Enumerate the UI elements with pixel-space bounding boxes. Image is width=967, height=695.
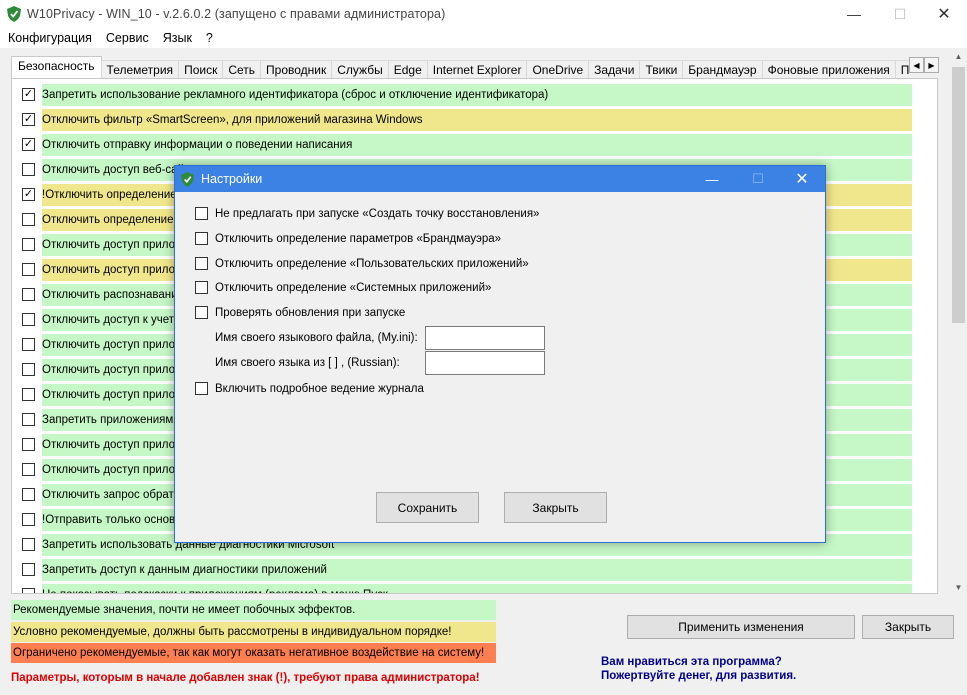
- tab-user-apps[interactable]: Пользова: [894, 60, 909, 78]
- menu-config[interactable]: Конфигурация: [8, 31, 92, 45]
- checkbox[interactable]: [22, 488, 35, 501]
- checkbox[interactable]: [22, 438, 35, 451]
- scroll-thumb[interactable]: [952, 67, 965, 323]
- checkbox[interactable]: [22, 263, 35, 276]
- tab-telemetry[interactable]: Телеметрия: [100, 60, 180, 78]
- menu-bar: Конфигурация Сервис Язык ?: [0, 28, 967, 48]
- admin-note: Параметры, которым в начале добавлен зна…: [11, 672, 480, 684]
- legend-recommended: Рекомендуемые значения, почти не имеет п…: [11, 600, 496, 620]
- scroll-up-icon[interactable]: ▲: [950, 48, 967, 65]
- checkbox[interactable]: [22, 388, 35, 401]
- lang-file-label: Имя своего языкового файла, (My.ini):: [215, 332, 418, 344]
- scroll-down-icon[interactable]: ▼: [950, 579, 967, 596]
- dialog-minimize-button[interactable]: —: [689, 166, 735, 192]
- dialog-maximize-button[interactable]: ☐: [735, 166, 781, 192]
- tab-internet-explorer[interactable]: Internet Explorer: [426, 60, 528, 78]
- checkbox[interactable]: ✓: [22, 88, 35, 101]
- tab-onedrive[interactable]: OneDrive: [526, 60, 590, 78]
- setting-label: Запретить доступ к данным диагностики пр…: [42, 559, 912, 581]
- checkbox[interactable]: [195, 306, 208, 319]
- donate-link[interactable]: Вам нравиться эта программа? Пожертвуйте…: [601, 655, 796, 683]
- setting-label: Отключить фильтр «SmartScreen», для прил…: [42, 109, 912, 131]
- checkbox[interactable]: ✓: [22, 188, 35, 201]
- tab-explorer[interactable]: Проводник: [260, 60, 333, 78]
- checkbox[interactable]: ✓: [22, 113, 35, 126]
- donate-line-2[interactable]: Пожертвуйте денег, для развития.: [601, 669, 796, 683]
- checkbox[interactable]: [22, 463, 35, 476]
- checkbox[interactable]: [22, 163, 35, 176]
- checkbox[interactable]: ✓: [22, 138, 35, 151]
- setting-label: Запретить использование рекламного идент…: [42, 84, 912, 106]
- tab-tasks[interactable]: Задачи: [588, 60, 641, 78]
- checkbox[interactable]: [22, 238, 35, 251]
- option-label: Отключить определение «Системных приложе…: [215, 282, 492, 294]
- checkbox[interactable]: [195, 232, 208, 245]
- dialog-close-button[interactable]: ✕: [779, 166, 825, 192]
- setting-row[interactable]: ✓ Отключить отправку информации о поведен…: [12, 134, 912, 156]
- menu-service[interactable]: Сервис: [106, 31, 149, 45]
- setting-row[interactable]: Запретить доступ к данным диагностики пр…: [12, 559, 912, 581]
- lang-name-input[interactable]: [425, 351, 545, 375]
- checkbox[interactable]: [195, 382, 208, 395]
- checkbox[interactable]: [22, 288, 35, 301]
- tab-edge[interactable]: Edge: [387, 60, 428, 78]
- option-label: Включить подробное ведение журнала: [215, 383, 424, 395]
- checkbox[interactable]: [22, 213, 35, 226]
- shield-icon: [7, 6, 21, 22]
- checkbox[interactable]: [22, 588, 35, 593]
- maximize-button[interactable]: ☐: [877, 0, 923, 28]
- tab-background-apps[interactable]: Фоновые приложения: [761, 60, 896, 78]
- settings-dialog: Настройки — ☐ ✕ Не предлагать при запуск…: [174, 165, 826, 543]
- setting-row[interactable]: Не показывать подсказки к приложениям (р…: [12, 584, 912, 593]
- checkbox[interactable]: [195, 281, 208, 294]
- checkbox[interactable]: [22, 513, 35, 526]
- title-bar: W10Privacy - WIN_10 - v.2.6.0.2 (запущен…: [0, 0, 967, 28]
- tab-strip: Безопасность Телеметрия Поиск Сеть Проводник…: [11, 56, 909, 78]
- tab-network[interactable]: Сеть: [222, 60, 262, 78]
- tab-search[interactable]: Поиск: [178, 60, 224, 78]
- minimize-button[interactable]: —: [831, 0, 877, 28]
- menu-help[interactable]: ?: [206, 31, 213, 45]
- vertical-scrollbar[interactable]: ▲ ▼: [950, 48, 967, 596]
- close-button[interactable]: ✕: [921, 0, 967, 28]
- option-label: Не предлагать при запуске «Создать точку…: [215, 208, 540, 220]
- checkbox[interactable]: [22, 363, 35, 376]
- option-label: Отключить определение «Пользовательских …: [215, 258, 529, 270]
- tab-firewall[interactable]: Брандмауэр: [682, 60, 763, 78]
- menu-language[interactable]: Язык: [163, 31, 192, 45]
- setting-row[interactable]: ✓ Отключить фильтр «SmartScreen», для при…: [12, 109, 912, 131]
- tab-security[interactable]: Безопасность: [11, 56, 102, 78]
- tab-scroll-left-icon[interactable]: ◀: [909, 57, 924, 73]
- legend-limited: Ограничено рекомендуемые, так как могут …: [11, 643, 496, 663]
- tab-tweaks[interactable]: Твики: [639, 60, 684, 78]
- setting-label: Отключить отправку информации о поведени…: [42, 134, 912, 156]
- checkbox[interactable]: [22, 313, 35, 326]
- lang-file-input[interactable]: [425, 326, 545, 350]
- save-button[interactable]: Сохранить: [376, 492, 479, 523]
- checkbox[interactable]: [22, 338, 35, 351]
- checkbox[interactable]: [195, 207, 208, 220]
- dialog-close-text-button[interactable]: Закрыть: [504, 492, 607, 523]
- setting-row[interactable]: ✓ Запретить использование рекламного иден…: [12, 84, 912, 106]
- lang-name-label: Имя своего языка из [ ] , (Russian):: [215, 357, 400, 369]
- tab-scroll-right-icon[interactable]: ▶: [924, 57, 939, 73]
- dialog-title: Настройки: [201, 172, 263, 186]
- checkbox[interactable]: [22, 413, 35, 426]
- legend-conditional: Условно рекомендуемые, должны быть рассм…: [11, 622, 496, 642]
- window-title: W10Privacy - WIN_10 - v.2.6.0.2 (запущен…: [27, 7, 446, 21]
- donate-line-1[interactable]: Вам нравиться эта программа?: [601, 655, 796, 669]
- dialog-title-bar: Настройки — ☐ ✕: [175, 166, 825, 192]
- close-main-button[interactable]: Закрыть: [862, 615, 954, 639]
- checkbox[interactable]: [22, 538, 35, 551]
- checkbox[interactable]: [195, 257, 208, 270]
- setting-label: Не показывать подсказки к приложениям (р…: [42, 584, 912, 593]
- option-label: Отключить определение параметров «Брандм…: [215, 233, 502, 245]
- option-label: Проверять обновления при запуске: [215, 307, 406, 319]
- checkbox[interactable]: [22, 563, 35, 576]
- shield-icon: [181, 171, 194, 187]
- tab-services[interactable]: Службы: [331, 60, 389, 78]
- apply-changes-button[interactable]: Применить изменения: [627, 615, 855, 639]
